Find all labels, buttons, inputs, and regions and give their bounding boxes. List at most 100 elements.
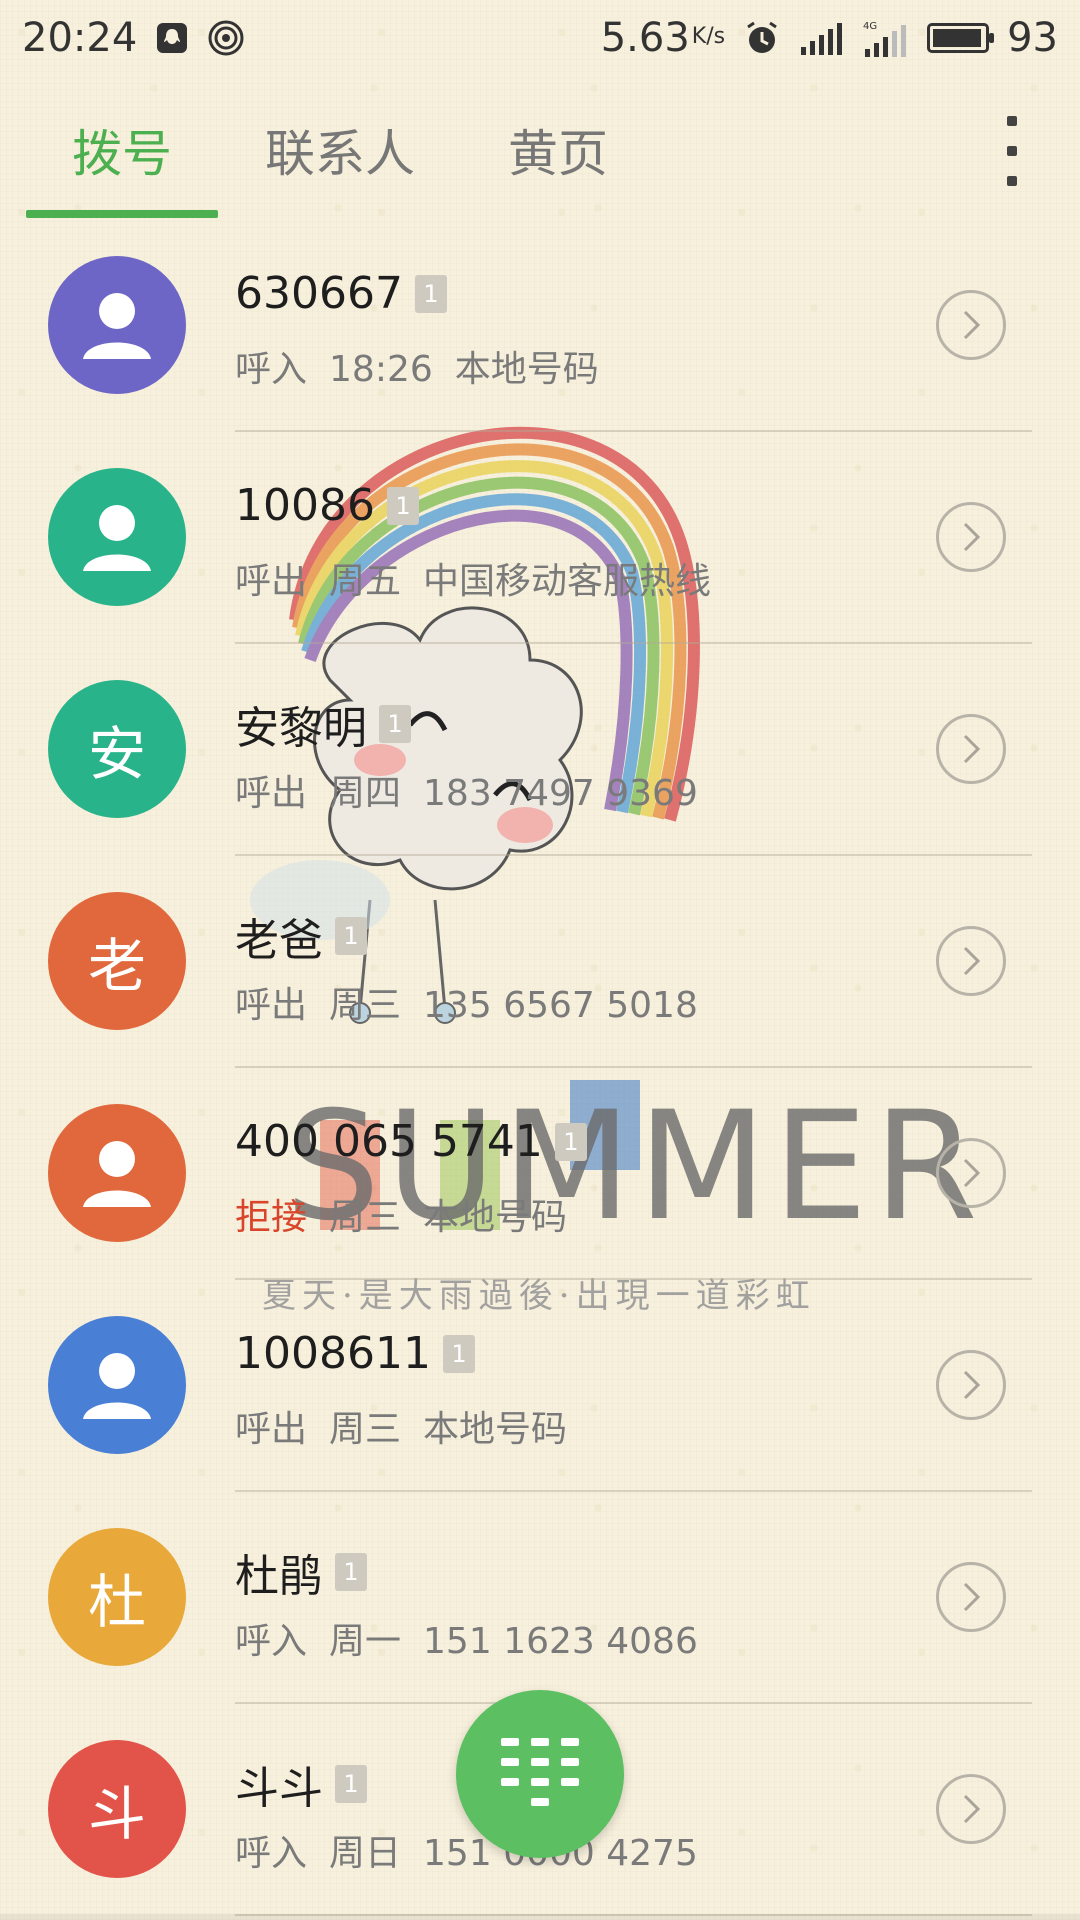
contact-name: 630667 1 [235, 268, 447, 319]
call-details: 呼入周日151 0000 4275 [235, 1824, 720, 1876]
overflow-menu-button[interactable] [992, 116, 1032, 186]
status-left: 20:24 [22, 15, 245, 61]
call-time: 周五 [329, 561, 402, 602]
call-detail-button[interactable] [936, 290, 1006, 360]
contact-name: 安黎明 1 [235, 692, 411, 756]
person-icon [83, 1141, 151, 1207]
call-details: 呼出 周三 135 6567 5018 [235, 976, 720, 1028]
contact-name-text: 1008611 [235, 1328, 431, 1379]
menu-dot [1007, 116, 1017, 126]
call-log-row[interactable]: 1008611 1 呼出 周三 本地号码 [0, 1280, 1080, 1492]
avatar[interactable]: 斗 [48, 1740, 186, 1878]
avatar-initial: 斗 [87, 1780, 146, 1848]
avatar[interactable]: 安 [48, 680, 186, 818]
avatar-initial: 老 [87, 932, 146, 1000]
call-log-row[interactable]: 杜 杜鹃 1 呼入 周一 151 1623 4086 [0, 1492, 1080, 1704]
bottom-edge [0, 1914, 1080, 1920]
sim-card-icon: 1 [414, 274, 447, 313]
avatar[interactable]: 老 [48, 892, 186, 1030]
call-log-row[interactable]: 老 老爸 1 呼出 周三 135 6567 5018 [0, 856, 1080, 1068]
call-detail-button[interactable] [936, 1138, 1006, 1208]
call-detail-button[interactable] [936, 714, 1006, 784]
avatar[interactable]: 杜 [48, 1528, 186, 1666]
tab-contacts[interactable]: 联系人 [265, 114, 415, 186]
chevron-right-icon [963, 1794, 981, 1824]
call-type: 呼出 [235, 773, 308, 814]
person-icon [83, 1353, 151, 1419]
tab-dialer[interactable]: 拨号 [72, 114, 172, 186]
status-bar: 20:24 5.63K/s 4G 93 [0, 0, 1080, 76]
sim-card-icon: 1 [386, 486, 419, 525]
sim-card-icon: 1 [335, 1765, 367, 1803]
signal-4g-icon: 4G [861, 19, 909, 57]
speed-value: 5.63 [600, 15, 690, 61]
avatar-initial: 安 [87, 720, 146, 788]
call-time: 18:26 [329, 349, 433, 390]
avatar-initial: 杜 [87, 1568, 146, 1636]
tab-yellow-pages[interactable]: 黄页 [508, 114, 608, 186]
call-type: 呼入 [235, 349, 308, 390]
network-speed: 5.63K/s [601, 15, 725, 61]
call-detail-button[interactable] [936, 1774, 1006, 1844]
contact-name-text: 安黎明 [235, 703, 367, 754]
chevron-right-icon [963, 1370, 981, 1400]
call-info: 本地号码 [454, 349, 599, 390]
dialpad-button[interactable] [456, 1690, 624, 1858]
contact-name-text: 630667 [235, 268, 403, 319]
avatar[interactable] [48, 1316, 186, 1454]
call-details: 拒接 周三 本地号码 [235, 1188, 589, 1240]
contact-name: 杜鹃 1 [235, 1540, 367, 1604]
call-time: 周三 [329, 1409, 402, 1450]
chevron-right-icon [963, 310, 981, 340]
battery-icon [927, 23, 995, 53]
chevron-right-icon [963, 734, 981, 764]
contact-name-text: 杜鹃 [235, 1551, 323, 1602]
call-time: 周三 [329, 985, 402, 1026]
dialpad-icon [501, 1738, 579, 1806]
avatar[interactable] [48, 256, 186, 394]
call-time: 周三 [329, 1197, 402, 1238]
call-detail-button[interactable] [936, 1562, 1006, 1632]
call-detail-button[interactable] [936, 1350, 1006, 1420]
call-info: 本地号码 [423, 1197, 568, 1238]
avatar[interactable] [48, 1104, 186, 1242]
call-log-row[interactable]: 400 065 5741 1 拒接 周三 本地号码 [0, 1068, 1080, 1280]
chevron-right-icon [963, 946, 981, 976]
contact-name: 老爸 1 [235, 904, 367, 968]
call-info: 151 1623 4086 [423, 1621, 698, 1662]
avatar[interactable] [48, 468, 186, 606]
chevron-right-icon [963, 1158, 981, 1188]
call-details: 呼入 周一 151 1623 4086 [235, 1612, 720, 1664]
contact-name: 10086 1 [235, 480, 419, 531]
call-log-row[interactable]: 630667 1 呼入 18:26 本地号码 [0, 220, 1080, 432]
chevron-right-icon [963, 522, 981, 552]
call-info: 183 7497 9369 [423, 773, 698, 814]
sim-card-icon: 1 [442, 1334, 475, 1373]
tab-bar: 拨号 联系人 黄页 [0, 96, 1080, 220]
sim-card-icon: 1 [379, 705, 411, 743]
sim-card-icon: 1 [335, 1553, 367, 1591]
contact-name-text: 400 065 5741 [235, 1116, 543, 1167]
call-type: 呼入 [235, 1833, 308, 1874]
contact-name-text: 斗斗 [235, 1763, 323, 1814]
call-log-row[interactable]: 安 安黎明 1 呼出 周四 183 7497 9369 [0, 644, 1080, 856]
call-type: 呼出 [235, 985, 308, 1026]
menu-dot [1007, 176, 1017, 186]
call-detail-button[interactable] [936, 926, 1006, 996]
network-type-label: 4G [863, 21, 877, 32]
speed-unit: K/s [691, 24, 726, 49]
call-log-row[interactable]: 10086 1 呼出 周五 中国移动客服热线 [0, 432, 1080, 644]
sim-card-icon: 1 [554, 1122, 587, 1161]
call-details: 呼出 周四 183 7497 9369 [235, 764, 720, 816]
contact-name: 400 065 5741 1 [235, 1116, 587, 1167]
contact-name: 斗斗 1 [235, 1752, 367, 1816]
call-detail-button[interactable] [936, 502, 1006, 572]
clock: 20:24 [22, 15, 138, 61]
hotspot-icon [207, 19, 245, 57]
sim-card-icon: 1 [335, 917, 367, 955]
contact-name-text: 10086 [235, 480, 375, 531]
contact-name-text: 老爸 [235, 915, 323, 966]
active-tab-indicator [26, 210, 218, 218]
call-time: 周一 [329, 1621, 402, 1662]
call-info: 135 6567 5018 [423, 985, 698, 1026]
